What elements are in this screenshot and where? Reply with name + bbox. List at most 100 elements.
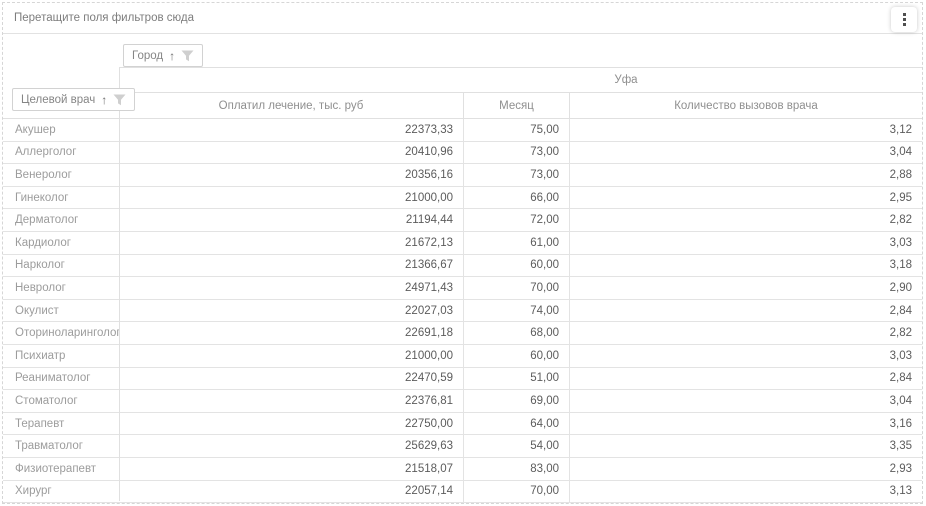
row-field-label: Целевой врач bbox=[21, 94, 95, 106]
value-cell-paid-treatment[interactable]: 21366,67 bbox=[120, 255, 464, 277]
value-cell-doctor-calls[interactable]: 3,04 bbox=[570, 390, 922, 412]
row-header-cell[interactable]: Травматолог bbox=[3, 435, 120, 457]
value-cell-paid-treatment[interactable]: 21194,44 bbox=[120, 209, 464, 231]
measure-header-paid-treatment[interactable]: Оплатил лечение, тыс. руб bbox=[119, 93, 464, 118]
row-header-cell[interactable]: Нарколог bbox=[3, 255, 120, 277]
value-cell-paid-treatment[interactable]: 22691,18 bbox=[120, 322, 464, 344]
table-row: Кардиолог 21672,13 61,00 3,03 bbox=[3, 232, 922, 255]
value-cell-paid-treatment[interactable]: 21000,00 bbox=[120, 187, 464, 209]
value-cell-doctor-calls[interactable]: 2,93 bbox=[570, 458, 922, 480]
value-cell-doctor-calls[interactable]: 2,84 bbox=[570, 368, 922, 390]
column-field-label: Город bbox=[132, 50, 163, 62]
value-cell-month[interactable]: 72,00 bbox=[464, 209, 570, 231]
measure-header-row: Оплатил лечение, тыс. руб Месяц Количест… bbox=[119, 92, 922, 118]
table-row: Акушер 22373,33 75,00 3,12 bbox=[3, 119, 922, 142]
value-cell-paid-treatment[interactable]: 20356,16 bbox=[120, 164, 464, 186]
value-cell-month[interactable]: 64,00 bbox=[464, 413, 570, 435]
value-cell-month[interactable]: 51,00 bbox=[464, 368, 570, 390]
table-row: Травматолог 25629,63 54,00 3,35 bbox=[3, 435, 922, 458]
column-group-header-row: Уфа bbox=[119, 67, 922, 92]
pivot-container: Перетащите поля фильтров сюда Город ↑ Це… bbox=[2, 2, 923, 504]
value-cell-doctor-calls[interactable]: 3,03 bbox=[570, 345, 922, 367]
table-row: Реаниматолог 22470,59 51,00 2,84 bbox=[3, 368, 922, 391]
value-cell-month[interactable]: 69,00 bbox=[464, 390, 570, 412]
value-cell-month[interactable]: 75,00 bbox=[464, 119, 570, 141]
row-header-cell[interactable]: Венеролог bbox=[3, 164, 120, 186]
row-header-cell[interactable]: Дерматолог bbox=[3, 209, 120, 231]
value-cell-month[interactable]: 73,00 bbox=[464, 142, 570, 164]
value-cell-paid-treatment[interactable]: 22750,00 bbox=[120, 413, 464, 435]
value-cell-month[interactable]: 74,00 bbox=[464, 300, 570, 322]
value-cell-paid-treatment[interactable]: 24971,43 bbox=[120, 277, 464, 299]
row-field-target-doctor[interactable]: Целевой врач ↑ bbox=[12, 88, 135, 111]
value-cell-doctor-calls[interactable]: 2,88 bbox=[570, 164, 922, 186]
value-cell-doctor-calls[interactable]: 3,12 bbox=[570, 119, 922, 141]
value-cell-paid-treatment[interactable]: 21000,00 bbox=[120, 345, 464, 367]
value-cell-paid-treatment[interactable]: 22470,59 bbox=[120, 368, 464, 390]
value-cell-paid-treatment[interactable]: 21672,13 bbox=[120, 232, 464, 254]
table-row: Физиотерапевт 21518,07 83,00 2,93 bbox=[3, 458, 922, 481]
value-cell-doctor-calls[interactable]: 2,82 bbox=[570, 322, 922, 344]
table-row: Терапевт 22750,00 64,00 3,16 bbox=[3, 413, 922, 436]
filter-funnel-icon[interactable] bbox=[181, 50, 194, 62]
row-header-cell[interactable]: Терапевт bbox=[3, 413, 120, 435]
row-header-cell[interactable]: Психиатр bbox=[3, 345, 120, 367]
table-row: Психиатр 21000,00 60,00 3,03 bbox=[3, 345, 922, 368]
sort-asc-icon[interactable]: ↑ bbox=[101, 94, 107, 106]
measure-header-doctor-calls[interactable]: Количество вызовов врача bbox=[570, 93, 922, 118]
column-fields-row: Город ↑ bbox=[3, 34, 922, 67]
value-cell-month[interactable]: 73,00 bbox=[464, 164, 570, 186]
filter-funnel-icon[interactable] bbox=[113, 94, 126, 106]
table-row: Нарколог 21366,67 60,00 3,18 bbox=[3, 255, 922, 278]
value-cell-month[interactable]: 70,00 bbox=[464, 481, 570, 503]
row-header-cell[interactable]: Акушер bbox=[3, 119, 120, 141]
row-header-cell[interactable]: Гинеколог bbox=[3, 187, 120, 209]
value-cell-doctor-calls[interactable]: 2,82 bbox=[570, 209, 922, 231]
row-header-cell[interactable]: Оториноларинголог bbox=[3, 322, 120, 344]
measure-header-month[interactable]: Месяц bbox=[464, 93, 570, 118]
row-header-cell[interactable]: Кардиолог bbox=[3, 232, 120, 254]
sort-asc-icon[interactable]: ↑ bbox=[169, 50, 175, 62]
value-cell-paid-treatment[interactable]: 20410,96 bbox=[120, 142, 464, 164]
value-cell-month[interactable]: 83,00 bbox=[464, 458, 570, 480]
column-field-city[interactable]: Город ↑ bbox=[123, 44, 203, 67]
value-cell-doctor-calls[interactable]: 2,95 bbox=[570, 187, 922, 209]
value-cell-doctor-calls[interactable]: 2,90 bbox=[570, 277, 922, 299]
value-cell-month[interactable]: 60,00 bbox=[464, 345, 570, 367]
value-cell-month[interactable]: 68,00 bbox=[464, 322, 570, 344]
value-cell-doctor-calls[interactable]: 3,13 bbox=[570, 481, 922, 503]
row-header-cell[interactable]: Хирург bbox=[3, 481, 120, 503]
value-cell-doctor-calls[interactable]: 2,84 bbox=[570, 300, 922, 322]
table-row: Стоматолог 22376,81 69,00 3,04 bbox=[3, 390, 922, 413]
table-row: Невролог 24971,43 70,00 2,90 bbox=[3, 277, 922, 300]
table-row: Хирург 22057,14 70,00 3,13 bbox=[3, 481, 922, 504]
value-cell-doctor-calls[interactable]: 3,04 bbox=[570, 142, 922, 164]
value-cell-month[interactable]: 54,00 bbox=[464, 435, 570, 457]
column-group-header-ufa[interactable]: Уфа bbox=[614, 74, 637, 86]
table-row: Гинеколог 21000,00 66,00 2,95 bbox=[3, 187, 922, 210]
row-header-cell[interactable]: Невролог bbox=[3, 277, 120, 299]
table-row: Окулист 22027,03 74,00 2,84 bbox=[3, 300, 922, 323]
value-cell-paid-treatment[interactable]: 21518,07 bbox=[120, 458, 464, 480]
row-header-cell[interactable]: Аллерголог bbox=[3, 142, 120, 164]
table-row: Дерматолог 21194,44 72,00 2,82 bbox=[3, 209, 922, 232]
value-cell-paid-treatment[interactable]: 22027,03 bbox=[120, 300, 464, 322]
value-cell-paid-treatment[interactable]: 22057,14 bbox=[120, 481, 464, 503]
row-header-cell[interactable]: Реаниматолог bbox=[3, 368, 120, 390]
value-cell-month[interactable]: 60,00 bbox=[464, 255, 570, 277]
filter-drop-zone[interactable]: Перетащите поля фильтров сюда bbox=[3, 3, 922, 34]
value-cell-month[interactable]: 70,00 bbox=[464, 277, 570, 299]
value-cell-month[interactable]: 66,00 bbox=[464, 187, 570, 209]
row-header-cell[interactable]: Стоматолог bbox=[3, 390, 120, 412]
value-cell-doctor-calls[interactable]: 3,03 bbox=[570, 232, 922, 254]
value-cell-doctor-calls[interactable]: 3,35 bbox=[570, 435, 922, 457]
value-cell-paid-treatment[interactable]: 22373,33 bbox=[120, 119, 464, 141]
kebab-menu-button[interactable] bbox=[891, 7, 917, 32]
value-cell-doctor-calls[interactable]: 3,18 bbox=[570, 255, 922, 277]
value-cell-paid-treatment[interactable]: 22376,81 bbox=[120, 390, 464, 412]
row-header-cell[interactable]: Окулист bbox=[3, 300, 120, 322]
value-cell-doctor-calls[interactable]: 3,16 bbox=[570, 413, 922, 435]
value-cell-month[interactable]: 61,00 bbox=[464, 232, 570, 254]
value-cell-paid-treatment[interactable]: 25629,63 bbox=[120, 435, 464, 457]
row-header-cell[interactable]: Физиотерапевт bbox=[3, 458, 120, 480]
